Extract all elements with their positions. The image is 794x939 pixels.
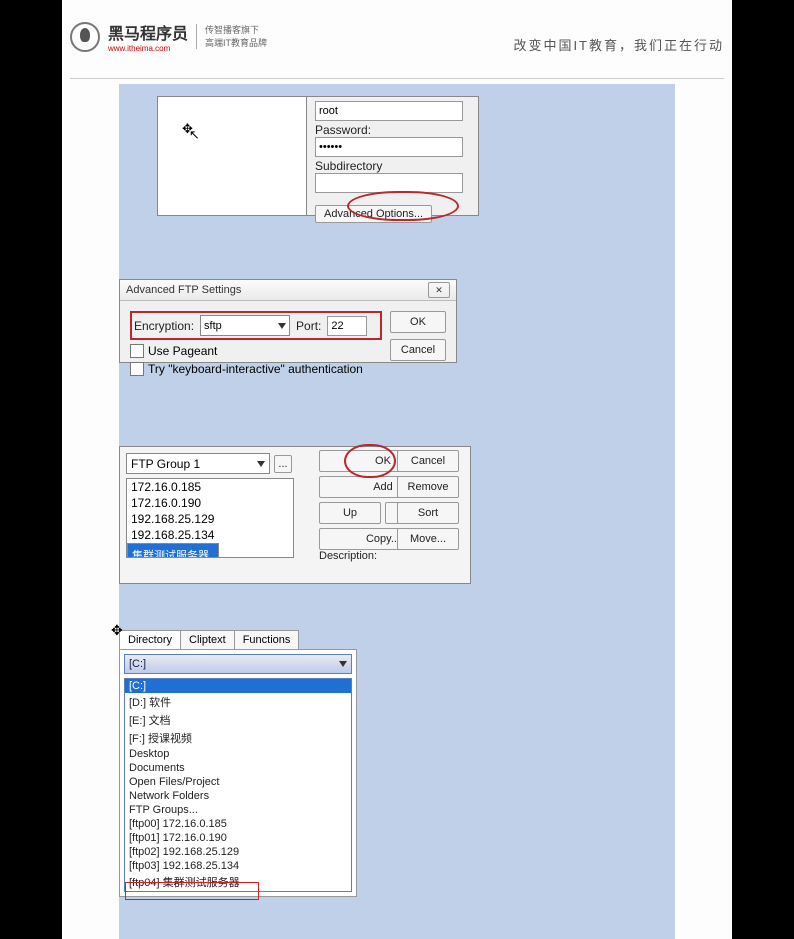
- pageant-label: Use Pageant: [148, 344, 217, 358]
- list-item[interactable]: 192.168.25.129: [127, 511, 293, 527]
- tab-functions[interactable]: Functions: [234, 630, 300, 649]
- pageant-checkbox[interactable]: [130, 344, 144, 358]
- keyboard-label: Try "keyboard-interactive" authenticatio…: [148, 362, 363, 376]
- description-label: Description:: [319, 550, 377, 562]
- list-item[interactable]: Open Files/Project: [125, 775, 351, 789]
- list-item[interactable]: [F:] 授课视频: [125, 729, 351, 747]
- cancel-button[interactable]: Cancel: [390, 339, 446, 361]
- subdir-label: Subdirectory: [315, 159, 470, 173]
- list-item[interactable]: Documents: [125, 761, 351, 775]
- keyboard-checkbox[interactable]: [130, 362, 144, 376]
- password-label: Password:: [315, 123, 470, 137]
- brand-slogan: 传智播客旗下 高端IT教育品牌: [196, 24, 267, 49]
- list-item[interactable]: Network Folders: [125, 789, 351, 803]
- tab-cliptext[interactable]: Cliptext: [180, 630, 235, 649]
- drive-select[interactable]: [C:]: [124, 654, 352, 674]
- encryption-select[interactable]: sftp: [200, 315, 290, 336]
- list-item[interactable]: 集群测试服务器: [127, 543, 219, 558]
- username-input[interactable]: [315, 101, 463, 121]
- list-item[interactable]: [ftp00] 172.16.0.185: [125, 817, 351, 831]
- advanced-options-button[interactable]: Advanced Options...: [315, 205, 432, 223]
- dialog-title: Advanced FTP Settings: [126, 284, 241, 296]
- subdir-input[interactable]: [315, 173, 463, 193]
- drive-dropdown-list[interactable]: [C:] [D:] 软件 [E:] 文档 [F:] 授课视频 Desktop D…: [124, 678, 352, 892]
- move-button[interactable]: Move...: [397, 528, 459, 550]
- brand-name: 黑马程序员: [108, 20, 188, 44]
- password-input[interactable]: [315, 137, 463, 157]
- list-item[interactable]: [C:]: [125, 679, 351, 693]
- list-item[interactable]: [ftp02] 192.168.25.129: [125, 845, 351, 859]
- close-icon[interactable]: ✕: [428, 282, 450, 298]
- list-item[interactable]: 192.168.25.134: [127, 527, 293, 543]
- list-item[interactable]: [ftp01] 172.16.0.190: [125, 831, 351, 845]
- encryption-label: Encryption:: [134, 319, 194, 333]
- list-item[interactable]: FTP Groups...: [125, 803, 351, 817]
- browse-button[interactable]: ...: [274, 455, 292, 473]
- chevron-down-icon: [339, 661, 347, 667]
- move-cursor-icon: ✥: [111, 622, 123, 639]
- chevron-down-icon: [278, 323, 286, 329]
- cancel-button[interactable]: Cancel: [397, 450, 459, 472]
- list-item[interactable]: 172.16.0.185: [127, 479, 293, 495]
- list-item[interactable]: [D:] 软件: [125, 693, 351, 711]
- port-input[interactable]: [327, 316, 367, 336]
- advanced-ftp-dialog: Advanced FTP Settings ✕ Encryption: sftp…: [119, 279, 457, 363]
- remove-button[interactable]: Remove: [397, 476, 459, 498]
- list-item[interactable]: [ftp03] 192.168.25.134: [125, 859, 351, 873]
- list-item[interactable]: Desktop: [125, 747, 351, 761]
- move-cursor-icon: ✥↖: [182, 121, 204, 137]
- ok-button[interactable]: OK: [390, 311, 446, 333]
- header-tagline: 改变中国IT教育，我们正在行动: [513, 35, 724, 54]
- brand-logo: 黑马程序员 www.itheima.com 传智播客旗下 高端IT教育品牌: [70, 20, 267, 53]
- up-button[interactable]: Up: [319, 502, 381, 524]
- tab-directory[interactable]: Directory: [119, 630, 181, 649]
- list-item[interactable]: [E:] 文档: [125, 711, 351, 729]
- group-select[interactable]: FTP Group 1: [126, 453, 270, 474]
- list-item[interactable]: 172.16.0.190: [127, 495, 293, 511]
- brand-url: www.itheima.com: [108, 44, 188, 53]
- directory-panel: ✥ Directory Cliptext Functions [C:] [C:]…: [119, 630, 357, 897]
- chevron-down-icon: [257, 461, 265, 467]
- sort-button[interactable]: Sort: [397, 502, 459, 524]
- port-label: Port:: [296, 319, 321, 333]
- server-listbox[interactable]: 172.16.0.185 172.16.0.190 192.168.25.129…: [126, 478, 294, 558]
- horse-icon: [70, 22, 100, 52]
- ftp-settings-panel: ✥↖ Password: Subdirectory Advanced Optio…: [157, 96, 479, 216]
- list-item[interactable]: [ftp04] 集群测试服务器: [125, 873, 351, 891]
